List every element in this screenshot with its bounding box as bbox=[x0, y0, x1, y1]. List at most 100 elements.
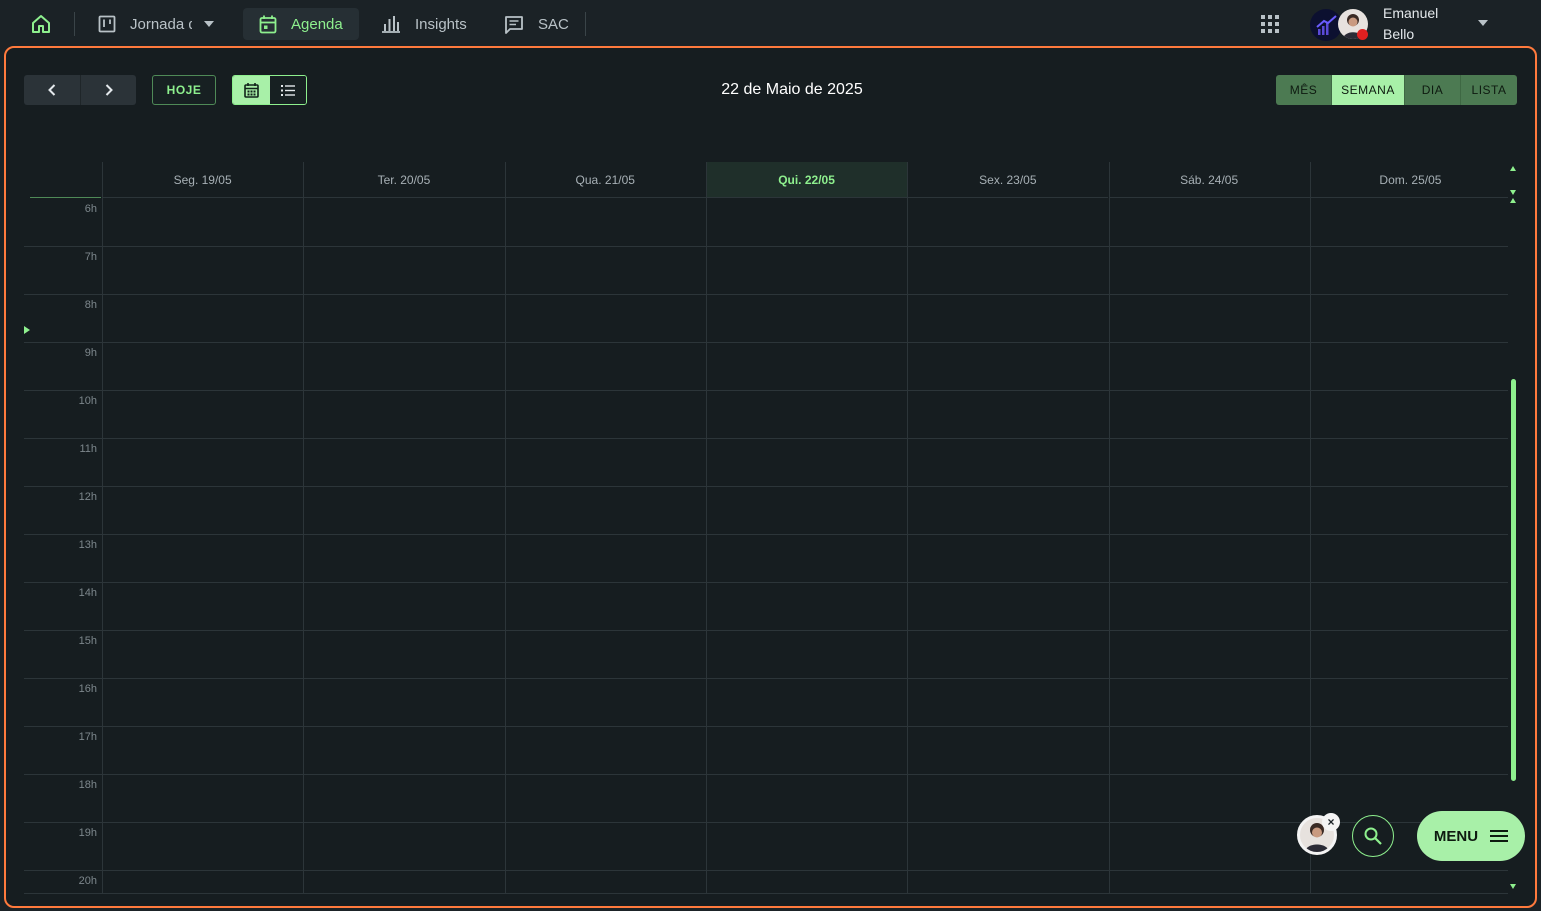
column-divider bbox=[1309, 162, 1311, 894]
previous-period-button[interactable] bbox=[24, 75, 80, 105]
day-header[interactable]: Sex. 23/05 bbox=[907, 162, 1109, 198]
hour-divider bbox=[24, 774, 1508, 775]
user-first-name: Emanuel bbox=[1383, 5, 1439, 21]
search-icon bbox=[1364, 827, 1382, 845]
home-icon bbox=[32, 15, 50, 33]
calendar-grid-icon bbox=[243, 82, 259, 98]
nav-item-label: Insights bbox=[415, 15, 467, 33]
bar-chart-icon bbox=[382, 16, 400, 33]
view-mode-selector: MÊS SEMANA DIA LISTA bbox=[1276, 75, 1517, 105]
status-indicator bbox=[1357, 29, 1368, 40]
close-chat-button[interactable]: × bbox=[1322, 813, 1340, 831]
nav-item-label: SAC bbox=[538, 15, 569, 33]
hour-divider bbox=[24, 390, 1508, 391]
vertical-scrollbar[interactable] bbox=[1508, 162, 1518, 894]
nav-item-insights[interactable]: Insights bbox=[365, 8, 483, 40]
day-header[interactable]: Qui. 22/05 bbox=[705, 162, 908, 198]
day-header[interactable]: Seg. 19/05 bbox=[102, 162, 304, 198]
mode-day-button[interactable]: DIA bbox=[1405, 75, 1461, 105]
column-divider bbox=[907, 162, 909, 894]
menu-label: MENU bbox=[1433, 827, 1479, 845]
chevron-left-icon bbox=[48, 84, 56, 96]
list-view-toggle[interactable] bbox=[269, 76, 306, 104]
chevron-down-icon bbox=[204, 21, 214, 27]
chat-icon bbox=[505, 15, 523, 34]
hour-label: 13h bbox=[78, 539, 97, 551]
nav-item-jornada[interactable]: Jornada d bbox=[82, 8, 230, 40]
column-divider bbox=[705, 162, 707, 894]
avatar-stack bbox=[1310, 7, 1370, 41]
hour-label: 15h bbox=[78, 635, 97, 647]
nav-item-agenda[interactable]: Agenda bbox=[243, 8, 359, 40]
scroll-down-arrow[interactable] bbox=[1510, 884, 1516, 889]
mode-list-button[interactable]: LISTA bbox=[1461, 75, 1517, 105]
hour-label: 17h bbox=[78, 731, 97, 743]
scroll-down-arrow[interactable] bbox=[1510, 190, 1516, 195]
day-header[interactable]: Sáb. 24/05 bbox=[1108, 162, 1310, 198]
week-grid: Seg. 19/05 Ter. 20/05 Qua. 21/05 Qui. 22/05… bbox=[24, 162, 1508, 894]
hour-label: 9h bbox=[84, 347, 97, 359]
hour-divider bbox=[24, 678, 1508, 679]
list-icon bbox=[280, 84, 295, 96]
column-divider bbox=[1108, 162, 1110, 894]
hour-label: 12h bbox=[78, 491, 97, 503]
column-divider bbox=[303, 162, 305, 894]
hour-divider bbox=[24, 822, 1508, 823]
chevron-right-icon bbox=[105, 84, 113, 96]
calendar-view-toggle[interactable] bbox=[233, 76, 270, 104]
scroll-up-arrow[interactable] bbox=[1510, 198, 1516, 203]
kanban-icon bbox=[98, 15, 116, 33]
hour-label: 8h bbox=[84, 299, 97, 311]
hamburger-icon bbox=[1490, 830, 1509, 842]
hour-label: 14h bbox=[78, 587, 97, 599]
hour-divider bbox=[24, 294, 1508, 295]
column-divider bbox=[504, 162, 506, 894]
column-divider bbox=[102, 162, 103, 894]
hour-label: 11h bbox=[79, 443, 97, 455]
nav-item-sac[interactable]: SAC bbox=[488, 8, 585, 40]
search-button[interactable] bbox=[1352, 815, 1394, 857]
next-period-button[interactable] bbox=[80, 75, 136, 105]
hour-divider bbox=[24, 342, 1508, 343]
hour-divider bbox=[24, 486, 1508, 487]
hour-label: 7h bbox=[84, 251, 97, 263]
apps-grid-icon bbox=[1261, 15, 1279, 33]
hour-label: 16h bbox=[78, 683, 97, 695]
user-name: Emanuel Bello bbox=[1383, 3, 1473, 45]
chevron-down-icon bbox=[1478, 20, 1488, 26]
time-gutter-header bbox=[30, 162, 101, 198]
nav-divider bbox=[585, 12, 586, 36]
nav-item-label: Agenda bbox=[291, 15, 343, 33]
hour-divider bbox=[24, 438, 1508, 439]
user-last-name: Bello bbox=[1383, 26, 1415, 42]
hour-divider bbox=[24, 726, 1508, 727]
apps-grid-button[interactable] bbox=[1260, 14, 1280, 34]
day-header[interactable]: Qua. 21/05 bbox=[504, 162, 706, 198]
hour-divider bbox=[24, 630, 1508, 631]
menu-button[interactable]: MENU bbox=[1417, 811, 1525, 861]
hour-divider bbox=[24, 582, 1508, 583]
hour-divider bbox=[24, 870, 1508, 871]
home-button[interactable] bbox=[28, 12, 54, 36]
calendar-panel: HOJE 22 de Maio de 2025 MÊS SEMANA DIA L… bbox=[4, 46, 1537, 908]
scrollbar-thumb[interactable] bbox=[1511, 379, 1516, 781]
hour-label: 19h bbox=[78, 827, 97, 839]
day-header[interactable]: Dom. 25/05 bbox=[1309, 162, 1508, 198]
mode-month-button[interactable]: MÊS bbox=[1276, 75, 1332, 105]
grid-bottom-border bbox=[24, 893, 1508, 894]
nav-divider bbox=[74, 12, 75, 36]
view-type-toggle bbox=[232, 75, 307, 105]
calendar-icon bbox=[259, 15, 277, 33]
hour-divider bbox=[24, 246, 1508, 247]
scroll-up-arrow[interactable] bbox=[1510, 166, 1516, 171]
today-button[interactable]: HOJE bbox=[152, 75, 216, 105]
user-menu[interactable]: Emanuel Bello bbox=[1310, 3, 1500, 45]
hour-label: 10h bbox=[78, 395, 97, 407]
day-header[interactable]: Ter. 20/05 bbox=[303, 162, 505, 198]
period-navigation bbox=[24, 75, 136, 105]
hour-label: 18h bbox=[78, 779, 97, 791]
calendar-title: 22 de Maio de 2025 bbox=[721, 81, 863, 98]
hour-divider bbox=[24, 534, 1508, 535]
hour-label: 6h bbox=[84, 203, 97, 215]
mode-week-button[interactable]: SEMANA bbox=[1332, 75, 1405, 105]
